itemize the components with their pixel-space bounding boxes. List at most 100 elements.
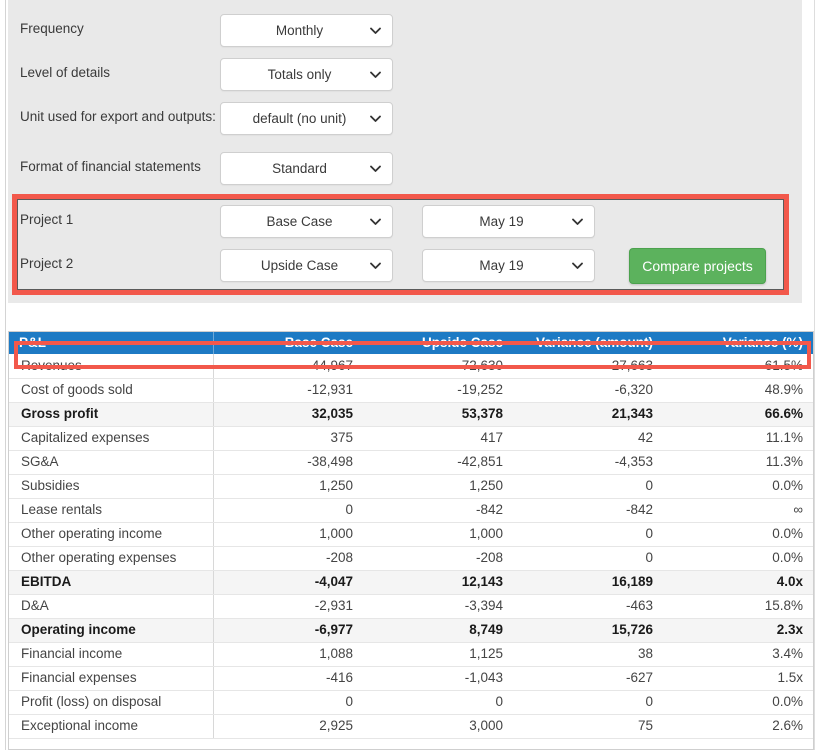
- row-label: Profit (loss) on disposal: [9, 690, 214, 715]
- row-label: Operating income: [9, 618, 214, 643]
- cell-base: -4,047: [213, 570, 363, 595]
- table-row: Lease rentals 0 -842 -842 ∞: [9, 498, 813, 523]
- cell-var-amount: -627: [513, 666, 663, 691]
- row-label: Revenues: [9, 354, 214, 379]
- setting-row-unit: Unit used for export and outputs: defaul…: [20, 102, 790, 135]
- cell-var-pct: 48.9%: [663, 378, 813, 403]
- setting-row-frequency: Frequency Monthly: [20, 14, 790, 47]
- row-label: Other operating income: [9, 522, 214, 547]
- frequency-select[interactable]: Monthly: [220, 14, 393, 47]
- cell-base: -416: [213, 666, 363, 691]
- unit-select[interactable]: default (no unit): [220, 102, 393, 135]
- cell-var-pct: 0.0%: [663, 474, 813, 499]
- cell-base: 1,088: [213, 642, 363, 667]
- cell-var-amount: 0: [513, 522, 663, 547]
- chevron-down-icon: [370, 27, 381, 35]
- row-label: Subsidies: [9, 474, 214, 499]
- row-label: Capitalized expenses: [9, 426, 214, 451]
- cell-var-amount: 0: [513, 546, 663, 571]
- row-label: EBITDA: [9, 570, 214, 595]
- cell-upside: -1,043: [363, 666, 513, 691]
- cell-base: -12,931: [213, 378, 363, 403]
- cell-var-pct: ∞: [663, 498, 813, 523]
- cell-var-pct: 3.4%: [663, 642, 813, 667]
- cell-upside: 1,000: [363, 522, 513, 547]
- cell-var-amount: 16,189: [513, 570, 663, 595]
- table-row: Other operating income 1,000 1,000 0 0.0%: [9, 522, 813, 547]
- row-label: SG&A: [9, 450, 214, 475]
- cell-var-amount: 0: [513, 474, 663, 499]
- table-row: Profit (loss) on disposal 0 0 0 0.0%: [9, 690, 813, 715]
- pl-comparison-table: P&L Base Case Upside Case Variance (amou…: [9, 332, 813, 739]
- cell-var-amount: 38: [513, 642, 663, 667]
- right-edge-rail: [814, 0, 823, 750]
- unit-select-value: default (no unit): [252, 111, 347, 126]
- cell-upside: -42,851: [363, 450, 513, 475]
- table-row: Gross profit 32,035 53,378 21,343 66.6%: [9, 402, 813, 427]
- cell-var-amount: -463: [513, 594, 663, 619]
- column-header-variance-pct[interactable]: Variance (%): [663, 332, 813, 354]
- cell-var-pct: 0.0%: [663, 522, 813, 547]
- cell-var-amount: 15,726: [513, 618, 663, 643]
- compare-projects-button[interactable]: Compare projects: [629, 248, 766, 284]
- cell-var-pct: 11.3%: [663, 450, 813, 475]
- cell-var-pct: 2.3x: [663, 618, 813, 643]
- cell-upside: 8,749: [363, 618, 513, 643]
- column-header-base-case[interactable]: Base Case: [213, 332, 363, 354]
- chevron-down-icon: [370, 71, 381, 79]
- label-level-of-details: Level of details: [20, 65, 111, 80]
- cell-var-pct: 0.0%: [663, 690, 813, 715]
- row-label: Financial income: [9, 642, 214, 667]
- cell-var-amount: 0: [513, 690, 663, 715]
- format-select[interactable]: Standard: [220, 152, 393, 185]
- chevron-down-icon: [370, 165, 381, 173]
- label-format: Format of financial statements: [20, 159, 201, 174]
- level-of-details-select[interactable]: Totals only: [220, 58, 393, 91]
- cell-upside: 417: [363, 426, 513, 451]
- table-row: Revenues 44,967 72,630 27,663 61.5%: [9, 354, 813, 379]
- table-row: SG&A -38,498 -42,851 -4,353 11.3%: [9, 450, 813, 475]
- table-row: Operating income -6,977 8,749 15,726 2.3x: [9, 618, 813, 643]
- pl-comparison-table-container: P&L Base Case Upside Case Variance (amou…: [8, 331, 814, 750]
- column-header-variance-amt[interactable]: Variance (amount): [513, 332, 663, 354]
- cell-base: 375: [213, 426, 363, 451]
- cell-var-pct: 66.6%: [663, 402, 813, 427]
- cell-upside: -19,252: [363, 378, 513, 403]
- page-root: Frequency Monthly Level of details Total…: [0, 0, 823, 750]
- cell-var-pct: 2.6%: [663, 714, 813, 739]
- row-label: D&A: [9, 594, 214, 619]
- cell-var-pct: 0.0%: [663, 546, 813, 571]
- cell-upside: -208: [363, 546, 513, 571]
- row-label: Exceptional income: [9, 714, 214, 739]
- table-body: Revenues 44,967 72,630 27,663 61.5% Cost of g…: [9, 354, 813, 739]
- format-select-value: Standard: [272, 161, 327, 176]
- cell-upside: 1,125: [363, 642, 513, 667]
- label-unit: Unit used for export and outputs:: [20, 109, 216, 124]
- column-header-pl[interactable]: P&L: [9, 332, 214, 354]
- cell-base: 32,035: [213, 402, 363, 427]
- cell-base: 2,925: [213, 714, 363, 739]
- cell-upside: -3,394: [363, 594, 513, 619]
- cell-var-pct: 1.5x: [663, 666, 813, 691]
- cell-var-amount: -4,353: [513, 450, 663, 475]
- cell-var-amount: 75: [513, 714, 663, 739]
- cell-var-pct: 11.1%: [663, 426, 813, 451]
- cell-upside: 1,250: [363, 474, 513, 499]
- table-row: Financial expenses -416 -1,043 -627 1.5x: [9, 666, 813, 691]
- cell-base: -38,498: [213, 450, 363, 475]
- table-row: Exceptional income 2,925 3,000 75 2.6%: [9, 714, 813, 739]
- compare-projects-button-label: Compare projects: [642, 258, 753, 274]
- table-row: Financial income 1,088 1,125 38 3.4%: [9, 642, 813, 667]
- chevron-down-icon: [370, 115, 381, 123]
- setting-row-format: Format of financial statements Standard: [20, 152, 790, 185]
- cell-base: -2,931: [213, 594, 363, 619]
- column-header-upside-case[interactable]: Upside Case: [363, 332, 513, 354]
- cell-upside: -842: [363, 498, 513, 523]
- row-label: Other operating expenses: [9, 546, 214, 571]
- cell-upside: 3,000: [363, 714, 513, 739]
- cell-var-amount: 27,663: [513, 354, 663, 379]
- table-row: Cost of goods sold -12,931 -19,252 -6,320 48…: [9, 378, 813, 403]
- table-header-row: P&L Base Case Upside Case Variance (amou…: [9, 332, 813, 354]
- cell-var-amount: -6,320: [513, 378, 663, 403]
- table-row: Capitalized expenses 375 417 42 11.1%: [9, 426, 813, 451]
